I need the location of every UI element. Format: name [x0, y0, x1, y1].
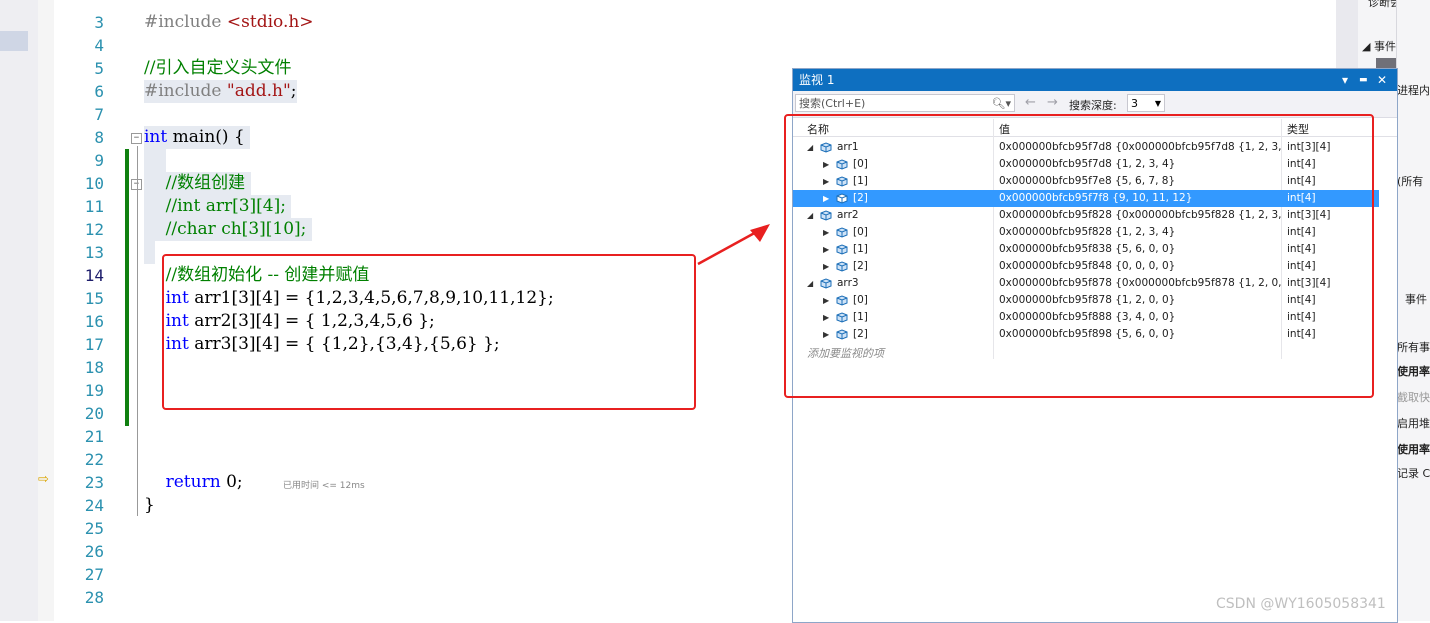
line-number: 13 — [84, 243, 104, 262]
usage-label-2: 使用率 — [1397, 443, 1430, 456]
line-number: 27 — [84, 565, 104, 584]
watch-title-bar[interactable]: 监视 1 ▾ ▬ ✕ — [793, 69, 1397, 91]
enable-heap-button[interactable]: 启用堆 — [1397, 415, 1430, 431]
code-line-12[interactable]: //char ch[3][10]; — [144, 218, 312, 241]
line-number: 10 — [84, 174, 104, 193]
process-memory-label: 进程内存 — [1397, 84, 1430, 97]
line-number: 15 — [84, 289, 104, 308]
search-depth-label: 搜索深度: — [1069, 99, 1117, 112]
line-number: 4 — [94, 36, 104, 55]
line-number: 11 — [84, 197, 104, 216]
line-number: 24 — [84, 496, 104, 515]
code-line-13[interactable] — [144, 241, 155, 264]
line-number: 26 — [84, 542, 104, 561]
line-number: 20 — [84, 404, 104, 423]
fold-toggle-main[interactable]: − — [131, 133, 142, 144]
line-number: 8 — [94, 128, 104, 147]
change-bar — [125, 149, 129, 426]
search-icon[interactable]: 🔍︎▾ — [992, 95, 1012, 113]
code-line-23[interactable]: return 0; — [144, 471, 243, 494]
code-line-3[interactable]: #include <stdio.h> — [144, 11, 314, 34]
search-input[interactable]: 搜索(Ctrl+E) 🔍︎▾ — [795, 94, 1015, 112]
code-line-6[interactable]: #include "add.h"; — [144, 80, 297, 103]
instruction-pointer-icon: ⇨ — [38, 472, 49, 487]
events-tab[interactable]: 事件 — [1405, 291, 1427, 307]
window-dropdown-icon[interactable]: ▾ — [1342, 69, 1348, 91]
code-line-24[interactable]: } — [144, 494, 155, 517]
all-events-label: 所有事 — [1397, 341, 1430, 354]
editor-scrollbar[interactable] — [1336, 0, 1358, 70]
code-line-8[interactable]: int main() { — [144, 126, 251, 149]
forward-arrow-icon[interactable]: → — [1047, 95, 1058, 110]
all-label: (所有 — [1397, 175, 1424, 188]
close-icon[interactable]: ✕ — [1377, 69, 1387, 91]
scope-guide — [137, 146, 138, 516]
diagnostics-panel: 进程内存 (所有 事件 所有事 使用率 截取快 启用堆 使用率 记录 C — [1396, 0, 1430, 621]
annotation-box-watch — [784, 114, 1374, 398]
line-number: 25 — [84, 519, 104, 538]
back-arrow-icon[interactable]: ← — [1025, 95, 1036, 110]
take-snapshot-button[interactable]: 截取快 — [1397, 389, 1430, 405]
line-number: 22 — [84, 450, 104, 469]
line-number: 21 — [84, 427, 104, 446]
line-number: 18 — [84, 358, 104, 377]
events-header[interactable]: ◢ 事件 — [1362, 38, 1396, 54]
watermark: CSDN @WY1605058341 — [1216, 596, 1386, 612]
usage-label: 使用率 — [1397, 365, 1430, 378]
line-number: 7 — [94, 105, 104, 124]
line-number: 5 — [94, 59, 104, 78]
line-number: 3 — [94, 13, 104, 32]
line-number: 14 — [84, 266, 104, 285]
annotation-arrow — [697, 224, 770, 266]
line-number: 19 — [84, 381, 104, 400]
search-depth-select[interactable]: 3 ▼ — [1127, 94, 1165, 112]
breakpoint-gutter[interactable] — [38, 0, 54, 621]
chevron-down-icon: ▼ — [1154, 99, 1161, 108]
line-number: 16 — [84, 312, 104, 331]
line-number: 28 — [84, 588, 104, 607]
code-line-10[interactable]: //数组创建 — [144, 172, 251, 195]
line-number: 23 — [84, 473, 104, 492]
selection-marker — [0, 31, 28, 51]
annotation-box-code — [162, 254, 696, 410]
pin-icon[interactable]: ▬ — [1359, 69, 1368, 91]
code-line-9[interactable] — [144, 149, 166, 172]
code-line-5[interactable]: //引入自定义头文件 — [144, 57, 291, 80]
code-line-11[interactable]: //int arr[3][4]; — [144, 195, 292, 218]
line-number: 9 — [94, 151, 104, 170]
watch-title: 监视 1 — [799, 73, 835, 87]
record-label[interactable]: 记录 C — [1397, 465, 1430, 481]
line-number: 17 — [84, 335, 104, 354]
line-number: 6 — [94, 82, 104, 101]
editor-left-strip — [0, 0, 38, 621]
line-number: 12 — [84, 220, 104, 239]
elapsed-time-hint[interactable]: 已用时间 <= 12ms — [283, 478, 365, 491]
